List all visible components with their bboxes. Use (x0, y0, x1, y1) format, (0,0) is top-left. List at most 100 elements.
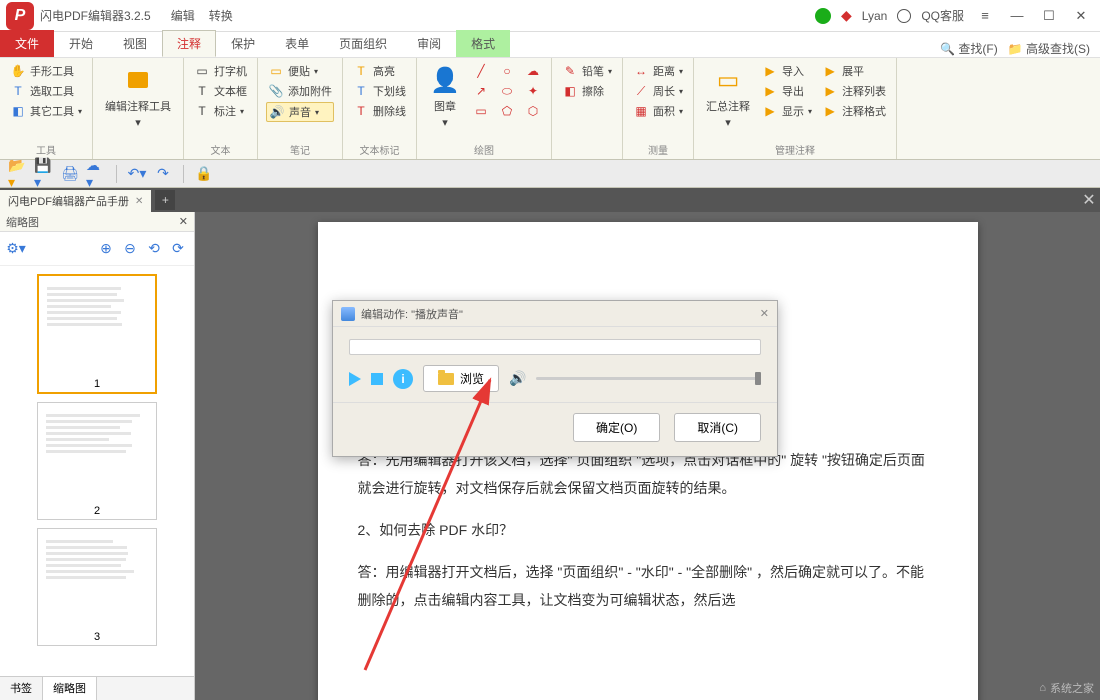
ribbon-item[interactable]: ↗ (471, 82, 491, 100)
rotate-ccw-icon[interactable]: ⟲ (142, 237, 166, 261)
side-tab-thumb[interactable]: 缩略图 (43, 677, 97, 700)
ribbon-item[interactable]: ▶注释列表 (820, 82, 888, 100)
ribbon-item[interactable]: ↔距离▾ (631, 62, 685, 80)
tab-annotate[interactable]: 注释 (162, 30, 216, 57)
dialog-close-button[interactable]: ✕ (760, 307, 769, 320)
find-button[interactable]: 🔍 查找(F) (940, 40, 998, 57)
qat-undo[interactable]: ↶▾ (127, 164, 147, 184)
ribbon-item[interactable]: ○ (497, 62, 517, 80)
qat-lock[interactable]: 🔒 (194, 164, 214, 184)
close-all-tabs[interactable]: ✕ (1078, 190, 1100, 210)
folder-icon (438, 373, 454, 385)
audio-progress[interactable] (349, 339, 761, 355)
info-button[interactable]: i (393, 369, 413, 389)
document-tab[interactable]: 闪电PDF编辑器产品手册 ✕ (0, 190, 151, 212)
document-tab-close[interactable]: ✕ (135, 196, 143, 207)
tab-form[interactable]: 表单 (270, 30, 324, 57)
ribbon-item[interactable]: ◧其它工具▾ (8, 102, 84, 120)
ribbon-item[interactable]: ◧擦除 (560, 82, 614, 100)
ribbon-item[interactable]: ▶导入 (760, 62, 814, 80)
browse-button[interactable]: 浏览 (423, 365, 499, 392)
ribbon-item[interactable]: ▭ (471, 102, 491, 120)
ribbon-item[interactable]: ▭打字机 (192, 62, 249, 80)
ribbon-item[interactable]: 📎添加附件 (266, 82, 334, 100)
ribbon-big-item[interactable]: 👤图章▾ (425, 62, 465, 140)
play-button[interactable] (349, 372, 361, 386)
thumbnail[interactable]: 1 (37, 274, 157, 394)
ribbon-item[interactable]: ⟋周长▾ (631, 82, 685, 100)
qat-cloud[interactable]: ☁▾ (86, 164, 106, 184)
menu-hamburger-icon[interactable]: ≡ (974, 5, 996, 27)
tab-format[interactable]: 格式 (456, 30, 510, 57)
ribbon-item[interactable]: T高亮 (351, 62, 408, 80)
ribbon-item[interactable]: ✦ (523, 82, 543, 100)
ribbon-item[interactable]: ✋手形工具 (8, 62, 84, 80)
app-icon: P (6, 2, 34, 30)
tab-file[interactable]: 文件 (0, 30, 54, 57)
ribbon-group: T高亮T下划线T删除线文本标记 (343, 58, 417, 159)
ribbon-item[interactable]: T删除线 (351, 102, 408, 120)
side-tab-bookmark[interactable]: 书签 (0, 677, 43, 700)
qat-save[interactable]: 💾▾ (34, 164, 54, 184)
tab-review[interactable]: 审阅 (402, 30, 456, 57)
advanced-find-button[interactable]: 📁 高级查找(S) (1008, 40, 1090, 57)
tab-page-org[interactable]: 页面组织 (324, 30, 402, 57)
ribbon-item[interactable]: ⬠ (497, 102, 517, 120)
ribbon-group: ▭便贴▾📎添加附件🔊声音▾笔记 (258, 58, 343, 159)
qat-redo[interactable]: ↷ (153, 164, 173, 184)
wechat-icon[interactable] (815, 8, 831, 24)
thumbnail[interactable]: 2 (37, 402, 157, 520)
ok-button[interactable]: 确定(O) (573, 413, 660, 442)
gem-icon[interactable]: ◆ (841, 7, 852, 24)
minimize-button[interactable]: — (1006, 5, 1028, 27)
ribbon-item[interactable]: ▶显示▾ (760, 102, 814, 120)
ribbon-item[interactable]: T选取工具 (8, 82, 84, 100)
ribbon-big-item[interactable]: 编辑注释工具▾ (101, 62, 175, 155)
add-tab-button[interactable]: + (155, 190, 175, 210)
slider-thumb[interactable] (755, 372, 761, 385)
ribbon-item[interactable]: ▶导出 (760, 82, 814, 100)
ribbon-item[interactable]: ⬡ (523, 102, 543, 120)
ribbon-item[interactable]: T标注▾ (192, 102, 249, 120)
ribbon-item[interactable]: ⬭ (497, 82, 517, 100)
app-title: 闪电PDF编辑器3.2.5 (40, 7, 151, 24)
ribbon-item[interactable]: ▶注释格式 (820, 102, 888, 120)
qq-service[interactable]: QQ客服 (921, 7, 964, 24)
user-name[interactable]: Lyan (862, 9, 888, 23)
menu-convert[interactable]: 转换 (209, 7, 233, 24)
ribbon-item[interactable]: ▭便贴▾ (266, 62, 334, 80)
ribbon-item[interactable]: ╱ (471, 62, 491, 80)
tab-protect[interactable]: 保护 (216, 30, 270, 57)
ribbon-group: 👤图章▾╱↗▭○⬭⬠☁✦⬡绘图 (417, 58, 552, 159)
ribbon-item[interactable]: ▦面积▾ (631, 102, 685, 120)
volume-icon[interactable]: 🔊 (509, 370, 526, 387)
ribbon-item[interactable]: ▶展平 (820, 62, 888, 80)
ribbon-tabs: 文件 开始 视图 注释 保护 表单 页面组织 审阅 格式 🔍 查找(F) 📁 高… (0, 32, 1100, 58)
tab-start[interactable]: 开始 (54, 30, 108, 57)
zoom-out-icon[interactable]: ⊖ (118, 237, 142, 261)
cancel-button[interactable]: 取消(C) (674, 413, 761, 442)
ribbon-item[interactable]: T下划线 (351, 82, 408, 100)
panel-title: 缩略图 (6, 214, 39, 230)
thumbnail[interactable]: 3 (37, 528, 157, 646)
panel-settings-icon[interactable]: ⚙▾ (4, 237, 28, 261)
volume-slider[interactable] (536, 377, 761, 380)
rotate-cw-icon[interactable]: ⟳ (166, 237, 190, 261)
smile-icon[interactable] (897, 9, 911, 23)
ribbon-big-item[interactable]: ▭汇总注释▾ (702, 62, 754, 140)
tab-view[interactable]: 视图 (108, 30, 162, 57)
ribbon-item[interactable]: T文本框 (192, 82, 249, 100)
qat-open[interactable]: 📂▾ (8, 164, 28, 184)
ribbon-item[interactable]: 🔊声音▾ (266, 102, 334, 122)
stop-button[interactable] (371, 373, 383, 385)
ribbon: ✋手形工具T选取工具◧其它工具▾工具编辑注释工具▾ ▭打字机T文本框T标注▾文本… (0, 58, 1100, 160)
ribbon-item[interactable]: ✎铅笔▾ (560, 62, 614, 80)
qat-print[interactable]: 🖨 (60, 164, 80, 184)
ribbon-item[interactable]: ☁ (523, 62, 543, 80)
document-tabs: 闪电PDF编辑器产品手册 ✕ + ✕ (0, 188, 1100, 212)
close-button[interactable]: ✕ (1070, 5, 1092, 27)
menu-edit[interactable]: 编辑 (171, 7, 195, 24)
panel-close[interactable]: ✕ (179, 215, 188, 228)
zoom-in-icon[interactable]: ⊕ (94, 237, 118, 261)
maximize-button[interactable]: ☐ (1038, 5, 1060, 27)
